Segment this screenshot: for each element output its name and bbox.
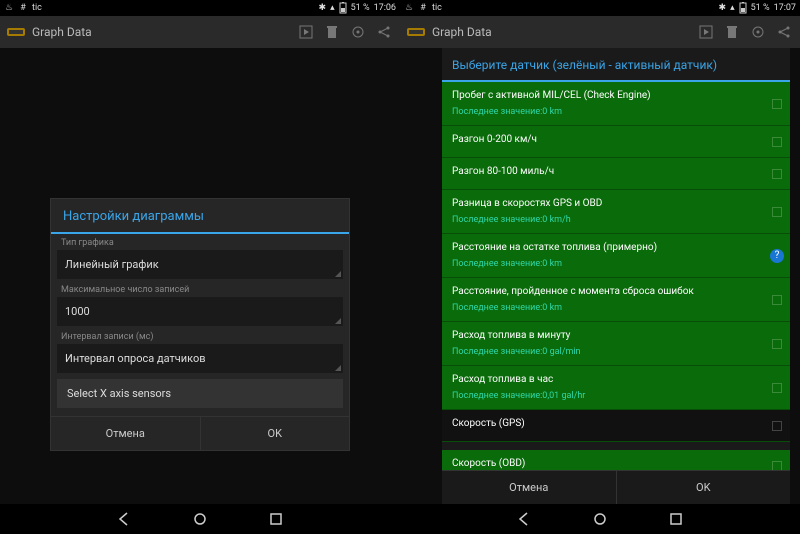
checkbox[interactable] bbox=[772, 169, 782, 179]
chart-type-select[interactable]: Линейный график bbox=[57, 250, 343, 279]
dialog-buttons: Отмена OK bbox=[51, 416, 349, 450]
app-icon bbox=[6, 22, 26, 42]
appbar: Graph Data bbox=[0, 16, 400, 48]
navbar bbox=[400, 504, 800, 534]
checkbox[interactable] bbox=[772, 383, 782, 393]
sensor-name: Расстояние, пройденное с момента сброса … bbox=[452, 286, 762, 297]
clock: 17:07 bbox=[774, 3, 796, 13]
status-icon: # bbox=[418, 3, 428, 13]
sensor-name: Расход топлива в минуту bbox=[452, 330, 762, 341]
navbar bbox=[0, 504, 400, 534]
checkbox[interactable] bbox=[772, 295, 782, 305]
max-records-label: Максимальное число записей bbox=[51, 281, 349, 297]
checkbox[interactable] bbox=[772, 99, 782, 109]
sensor-row[interactable]: Расстояние на остатке топлива (примерно)… bbox=[442, 234, 790, 278]
app-icon bbox=[406, 22, 426, 42]
home-icon[interactable] bbox=[592, 511, 608, 527]
sensor-name: Скорость (OBD) bbox=[452, 458, 762, 469]
statusbar: ♨ # tic ✱ ▴ 51 % 17:06 bbox=[0, 0, 400, 16]
target-icon[interactable] bbox=[748, 22, 768, 42]
sensor-last-value: Последнее значение:0 km bbox=[452, 107, 762, 117]
dialog-title: Настройки диаграммы bbox=[51, 199, 349, 234]
chart-settings-dialog: Настройки диаграммы Тип графика Линейный… bbox=[50, 198, 350, 451]
battery-icon bbox=[739, 2, 747, 14]
status-icon: # bbox=[18, 3, 28, 13]
cancel-button[interactable]: Отмена bbox=[442, 471, 616, 504]
status-icon: ♨ bbox=[404, 3, 414, 13]
ok-button[interactable]: OK bbox=[200, 417, 350, 450]
target-icon[interactable] bbox=[348, 22, 368, 42]
recent-icon[interactable] bbox=[268, 511, 284, 527]
content-area: Настройки диаграммы Тип графика Линейный… bbox=[0, 48, 400, 504]
bluetooth-icon: ✱ bbox=[319, 3, 327, 13]
interval-label: Интервал записи (мс) bbox=[51, 328, 349, 344]
checkbox[interactable] bbox=[772, 137, 782, 147]
sheet-title: Выберите датчик (зелёный - активный датч… bbox=[442, 48, 790, 82]
sensor-row[interactable]: Разница в скоростях GPS и OBD Последнее з… bbox=[442, 190, 790, 234]
checkbox[interactable] bbox=[772, 421, 782, 431]
back-icon[interactable] bbox=[116, 511, 132, 527]
sheet-buttons: Отмена OK bbox=[442, 470, 790, 504]
interval-select[interactable]: Интервал опроса датчиков bbox=[57, 344, 343, 373]
play-icon[interactable] bbox=[696, 22, 716, 42]
sensor-last-value: Последнее значение:0 km bbox=[452, 303, 762, 313]
sensor-row[interactable]: Скорость (GPS) bbox=[442, 410, 790, 442]
screen-left: ♨ # tic ✱ ▴ 51 % 17:06 Graph Data Настро… bbox=[0, 0, 400, 534]
sensor-picker-sheet: Выберите датчик (зелёный - активный датч… bbox=[442, 48, 790, 504]
sensor-last-value: Последнее значение:0 km bbox=[452, 259, 762, 269]
select-x-axis-button[interactable]: Select X axis sensors bbox=[57, 379, 343, 408]
sensor-row[interactable]: Расход топлива в час Последнее значение:0… bbox=[442, 366, 790, 410]
ok-button[interactable]: OK bbox=[616, 471, 791, 504]
back-icon[interactable] bbox=[516, 511, 532, 527]
status-text: tic bbox=[432, 3, 442, 13]
checkbox[interactable] bbox=[772, 461, 782, 471]
sensor-last-value: Последнее значение:0,01 gal/hr bbox=[452, 391, 762, 401]
sensor-last-value: Последнее значение:0 km/h bbox=[452, 215, 762, 225]
sensor-name: Разгон 80-100 миль/ч bbox=[452, 166, 762, 177]
max-records-select[interactable]: 1000 bbox=[57, 297, 343, 326]
sensor-list[interactable]: Пробег с активной MIL/CEL (Check Engine)… bbox=[442, 82, 790, 470]
screen-right: ♨ # tic ✱ ▴ 51 % 17:07 Graph Data Выбери… bbox=[400, 0, 800, 534]
sensor-row[interactable]: Расстояние, пройденное с момента сброса … bbox=[442, 278, 790, 322]
status-icon: ♨ bbox=[4, 3, 14, 13]
checkbox[interactable] bbox=[772, 207, 782, 217]
page-title: Graph Data bbox=[32, 25, 290, 39]
content-area: Выберите датчик (зелёный - активный датч… bbox=[400, 48, 800, 504]
signal-icon: ▴ bbox=[730, 3, 735, 13]
sensor-name: Пробег с активной MIL/CEL (Check Engine) bbox=[452, 90, 762, 101]
statusbar: ♨ # tic ✱ ▴ 51 % 17:07 bbox=[400, 0, 800, 16]
clock: 17:06 bbox=[374, 3, 396, 13]
sensor-row[interactable]: Разгон 80-100 миль/ч bbox=[442, 158, 790, 190]
sensor-last-value: Последнее значение:0 gal/min bbox=[452, 347, 762, 357]
sensor-name: Разница в скоростях GPS и OBD bbox=[452, 198, 762, 209]
sensor-name: Скорость (GPS) bbox=[452, 418, 762, 429]
sensor-row[interactable]: Пробег с активной MIL/CEL (Check Engine)… bbox=[442, 82, 790, 126]
checkbox[interactable] bbox=[772, 339, 782, 349]
status-text: tic bbox=[32, 3, 42, 13]
share-icon[interactable] bbox=[374, 22, 394, 42]
battery-percent: 51 % bbox=[351, 3, 370, 13]
bluetooth-icon: ✱ bbox=[719, 3, 727, 13]
trash-icon[interactable] bbox=[322, 22, 342, 42]
sensor-row[interactable]: Расход топлива в минуту Последнее значени… bbox=[442, 322, 790, 366]
sensor-row[interactable]: Разгон 0-200 км/ч bbox=[442, 126, 790, 158]
sensor-name: Расстояние на остатке топлива (примерно) bbox=[452, 242, 762, 253]
share-icon[interactable] bbox=[774, 22, 794, 42]
play-icon[interactable] bbox=[296, 22, 316, 42]
battery-percent: 51 % bbox=[751, 3, 770, 13]
appbar: Graph Data bbox=[400, 16, 800, 48]
chart-type-label: Тип графика bbox=[51, 234, 349, 250]
help-icon[interactable]: ? bbox=[770, 249, 784, 263]
page-title: Graph Data bbox=[432, 25, 690, 39]
sensor-name: Разгон 0-200 км/ч bbox=[452, 134, 762, 145]
sensor-row[interactable]: Скорость (OBD) bbox=[442, 450, 790, 470]
signal-icon: ▴ bbox=[330, 3, 335, 13]
recent-icon[interactable] bbox=[668, 511, 684, 527]
trash-icon[interactable] bbox=[722, 22, 742, 42]
cancel-button[interactable]: Отмена bbox=[51, 417, 200, 450]
battery-icon bbox=[339, 2, 347, 14]
home-icon[interactable] bbox=[192, 511, 208, 527]
sensor-name: Расход топлива в час bbox=[452, 374, 762, 385]
